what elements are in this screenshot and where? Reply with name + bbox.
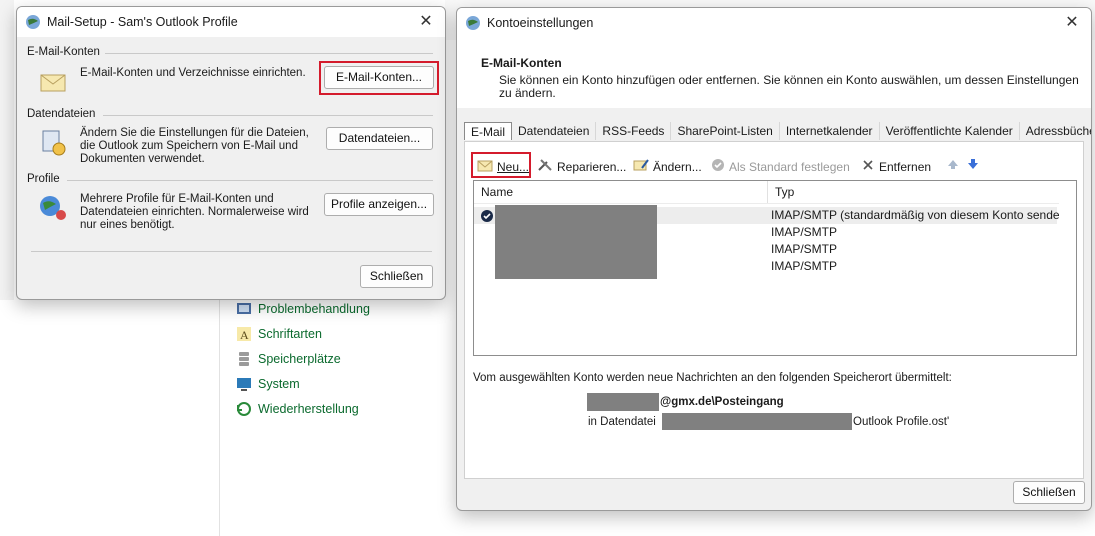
header-description: Sie können ein Konto hinzufügen oder ent… xyxy=(499,73,1079,100)
redacted-datafile-path xyxy=(662,413,852,430)
bg-item-label: Problembehandlung xyxy=(258,302,370,316)
arrow-down-icon xyxy=(967,158,979,173)
close-icon[interactable]: ✕ xyxy=(417,13,435,31)
list-scrollbar[interactable] xyxy=(1059,181,1076,355)
arrow-up-icon xyxy=(947,158,959,173)
background-divider xyxy=(219,296,220,536)
remove-label: Entfernen xyxy=(879,159,932,174)
move-down-button[interactable] xyxy=(967,158,979,173)
show-profiles-button[interactable]: Profile anzeigen... xyxy=(324,193,434,216)
tab-sharepoint-lists[interactable]: SharePoint-Listen xyxy=(671,122,780,140)
redacted-account-names xyxy=(495,205,657,279)
change-icon xyxy=(633,158,649,175)
column-header-type[interactable]: Typ xyxy=(768,181,1076,203)
mail-setup-titlebar: Mail-Setup - Sam's Outlook Profile ✕ xyxy=(17,7,445,37)
tab-email[interactable]: E-Mail xyxy=(464,122,513,140)
list-header: Name Typ xyxy=(474,181,1076,204)
accounts-list: Name Typ IMAP/SMTP (standardmäßig von di… xyxy=(473,180,1077,356)
tab-address-books[interactable]: Adressbücher xyxy=(1020,122,1091,140)
close-button[interactable]: Schließen xyxy=(360,265,433,288)
bg-item-label: Speicherplätze xyxy=(258,352,341,366)
tab-internet-calendars[interactable]: Internetkalender xyxy=(780,122,880,140)
change-label: Ändern... xyxy=(653,159,702,174)
close-button[interactable]: Schließen xyxy=(1013,481,1085,504)
separator xyxy=(103,115,433,116)
highlight-box xyxy=(319,61,439,95)
outlook-globe-icon xyxy=(465,15,481,31)
account-settings-dialog: Kontoeinstellungen ✕ E-Mail-Konten Sie k… xyxy=(456,7,1092,511)
datafile-suffix: Outlook Profile.ost' xyxy=(853,416,950,428)
account-settings-titlebar: Kontoeinstellungen ✕ xyxy=(457,8,1091,38)
separator xyxy=(67,180,433,181)
delivery-description: Vom ausgewählten Konto werden neue Nachr… xyxy=(473,372,952,384)
group-label-email-accounts: E-Mail-Konten xyxy=(27,46,100,58)
account-type: IMAP/SMTP xyxy=(771,242,838,256)
data-files-description: Ändern Sie die Einstellungen für die Dat… xyxy=(80,127,309,165)
email-tab-panel: Neu... Reparieren... Ändern... Als Stand… xyxy=(464,141,1084,479)
repair-button[interactable]: Reparieren... xyxy=(537,158,626,175)
storage-icon xyxy=(236,351,252,367)
account-type: IMAP/SMTP xyxy=(771,259,838,273)
account-type: IMAP/SMTP (standardmäßig von diesem Kont… xyxy=(771,208,1071,222)
repair-icon xyxy=(537,158,553,175)
highlight-box xyxy=(471,152,531,178)
bg-item-speicherplaetze[interactable]: Speicherplätze xyxy=(236,348,341,370)
email-accounts-description: E-Mail-Konten und Verzeichnisse einricht… xyxy=(80,67,306,79)
separator xyxy=(31,251,432,252)
account-type: IMAP/SMTP xyxy=(771,225,838,239)
remove-button[interactable]: Entfernen xyxy=(861,158,931,175)
mail-accounts-icon xyxy=(37,65,69,97)
column-header-name[interactable]: Name xyxy=(474,181,768,203)
move-up-button[interactable] xyxy=(947,158,959,173)
remove-icon xyxy=(861,158,875,175)
bg-item-problembehandlung[interactable]: Problembehandlung xyxy=(236,298,370,320)
system-icon xyxy=(236,376,252,392)
tab-rss-feeds[interactable]: RSS-Feeds xyxy=(596,122,672,140)
profiles-description: Mehrere Profile für E-Mail-Konten und Da… xyxy=(80,193,309,231)
outlook-globe-icon xyxy=(25,14,41,30)
tab-strip: E-Mail Datendateien RSS-Feeds SharePoint… xyxy=(464,122,1091,140)
tab-data-files[interactable]: Datendateien xyxy=(512,122,597,140)
troubleshoot-icon xyxy=(236,301,252,317)
fonts-icon: A xyxy=(236,326,252,342)
background-sidebar xyxy=(0,0,14,300)
bg-item-schriftarten[interactable]: A Schriftarten xyxy=(236,323,322,345)
close-icon[interactable]: ✕ xyxy=(1063,14,1081,32)
data-files-icon xyxy=(37,127,69,159)
mail-setup-title: Mail-Setup - Sam's Outlook Profile xyxy=(47,15,238,29)
bg-item-label: System xyxy=(258,377,300,391)
datafile-prefix: in Datendatei xyxy=(588,416,656,428)
mail-setup-dialog: Mail-Setup - Sam's Outlook Profile ✕ E-M… xyxy=(16,6,446,300)
bg-item-label: Schriftarten xyxy=(258,327,322,341)
change-button[interactable]: Ändern... xyxy=(633,158,702,175)
group-label-profiles: Profile xyxy=(27,173,60,185)
tab-published-calendars[interactable]: Veröffentlichte Kalender xyxy=(880,122,1020,140)
delivery-folder: @gmx.de\Posteingang xyxy=(660,396,784,408)
bg-item-wiederherstellung[interactable]: Wiederherstellung xyxy=(236,398,359,420)
data-files-button[interactable]: Datendateien... xyxy=(326,127,433,150)
repair-label: Reparieren... xyxy=(557,159,627,174)
set-default-button[interactable]: Als Standard festlegen xyxy=(711,158,850,175)
bg-item-label: Wiederherstellung xyxy=(258,402,359,416)
profiles-icon xyxy=(37,191,69,223)
checkmark-circle-icon xyxy=(711,158,725,175)
redacted-email-user xyxy=(587,393,659,411)
header-title: E-Mail-Konten xyxy=(481,56,562,70)
group-label-data-files: Datendateien xyxy=(27,108,96,120)
svg-text:A: A xyxy=(240,328,249,342)
set-default-label: Als Standard festlegen xyxy=(729,159,850,174)
bg-item-system[interactable]: System xyxy=(236,373,300,395)
account-settings-title: Kontoeinstellungen xyxy=(487,16,594,30)
recovery-icon xyxy=(236,401,252,417)
separator xyxy=(105,53,433,54)
